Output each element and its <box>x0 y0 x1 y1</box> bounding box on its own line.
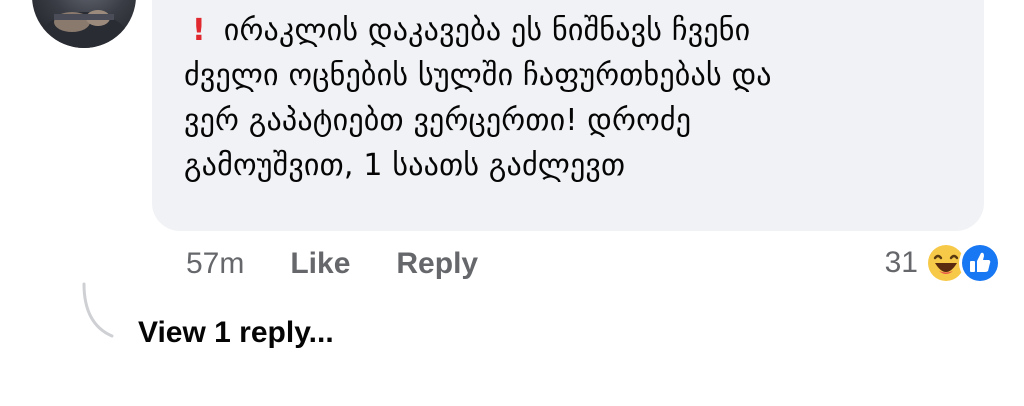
red-exclamation-icon: ! <box>192 13 206 48</box>
profile-photo-icon <box>38 10 130 48</box>
reaction-count: 31 <box>884 246 918 279</box>
reply-thread-connector <box>82 282 114 338</box>
comment-body: ! ირაკლის დაკავება ეს ნიშნავს ჩვენი ძველ… <box>184 8 960 188</box>
view-replies-link[interactable]: View 1 reply... <box>138 316 334 350</box>
comment-timestamp[interactable]: 57m <box>186 247 244 281</box>
reaction-summary[interactable]: 31 <box>885 240 1002 286</box>
reply-button[interactable]: Reply <box>396 247 478 281</box>
avatar[interactable] <box>32 0 136 48</box>
comment-actions: 57m Like Reply <box>186 244 524 284</box>
comment-bubble: ! ირაკლის დაკავება ეს ნიშნავს ჩვენი ძველ… <box>152 0 984 231</box>
like-button[interactable]: Like <box>290 247 350 281</box>
comment-thread: ! ირაკლის დაკავება ეს ნიშნავს ჩვენი ძველ… <box>0 0 1024 406</box>
like-thumb-icon <box>959 242 1001 284</box>
reaction-icons <box>924 241 1002 285</box>
comment-text: ირაკლის დაკავება ეს ნიშნავს ჩვენი ძველი … <box>184 13 772 183</box>
